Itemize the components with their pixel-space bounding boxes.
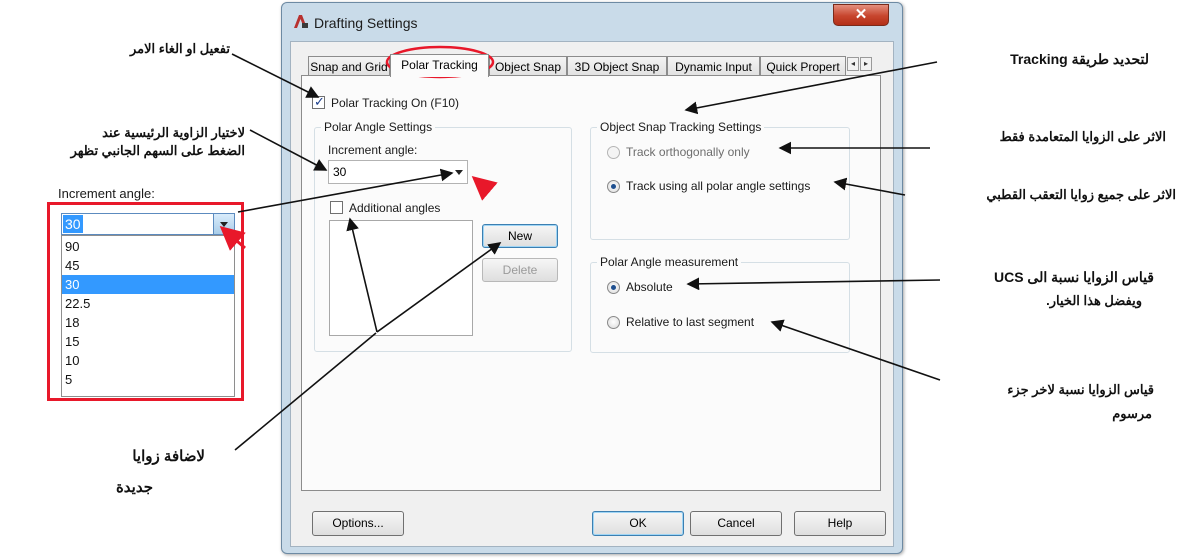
list-item[interactable]: 5 bbox=[62, 370, 234, 389]
screenshot-stage: Drafting Settings ✕ Snap and Grid Polar … bbox=[0, 0, 1181, 560]
tab-scroll-right-icon[interactable]: ▸ bbox=[860, 57, 872, 71]
additional-angles-label: Additional angles bbox=[349, 201, 441, 215]
track-all-polar-label: Track using all polar angle settings bbox=[626, 179, 811, 193]
tab-scroll-left-icon[interactable]: ◂ bbox=[847, 57, 859, 71]
additional-angles-checkbox[interactable] bbox=[330, 201, 343, 214]
help-button[interactable]: Help bbox=[794, 511, 886, 536]
window-title: Drafting Settings bbox=[314, 15, 418, 31]
increment-angle-combo[interactable]: 30 bbox=[328, 160, 468, 184]
annotation-toggle: تفعيل او الغاء الامر bbox=[129, 41, 230, 56]
annotation-add-angles-2: جديدة bbox=[115, 479, 153, 496]
increment-angle-label: Increment angle: bbox=[328, 143, 418, 157]
increment-dropdown-combo[interactable]: 30 bbox=[61, 213, 235, 235]
annotation-choose-angle-2: الضغط على السهم الجانبي تظهر bbox=[70, 143, 245, 158]
dropdown-arrow-icon[interactable] bbox=[455, 170, 463, 175]
tab-3d-object-snap[interactable]: 3D Object Snap bbox=[567, 56, 667, 76]
annotation-ortho-only: الاثر على الزوايا المتعامدة فقط bbox=[999, 129, 1166, 144]
list-item[interactable]: 10 bbox=[62, 351, 234, 370]
options-button[interactable]: Options... bbox=[312, 511, 404, 536]
tab-object-snap[interactable]: Object Snap bbox=[489, 56, 567, 76]
polar-tracking-on-checkbox[interactable]: ✓ bbox=[312, 94, 325, 109]
list-item[interactable]: 22.5 bbox=[62, 294, 234, 313]
polar-angle-measurement-group: Polar Angle measurement Absolute Relativ… bbox=[590, 255, 850, 353]
additional-angles-list[interactable] bbox=[329, 220, 473, 336]
autocad-app-icon bbox=[294, 15, 308, 28]
close-button[interactable]: ✕ bbox=[833, 4, 889, 26]
polar-tracking-panel: ✓ Polar Tracking On (F10) Polar Angle Se… bbox=[301, 75, 881, 491]
tab-snap-and-grid[interactable]: Snap and Grid bbox=[308, 56, 390, 76]
increment-dropdown-caption: Increment angle: bbox=[58, 186, 155, 201]
polar-tracking-on-label: Polar Tracking On (F10) bbox=[331, 96, 460, 110]
track-all-polar-radio[interactable] bbox=[607, 180, 620, 193]
tab-polar-tracking[interactable]: Polar Tracking bbox=[390, 54, 489, 77]
cancel-button[interactable]: Cancel bbox=[690, 511, 782, 536]
annotation-absolute-1: قياس الزوايا نسبة الى UCS bbox=[993, 269, 1154, 285]
track-orthogonally-label: Track orthogonally only bbox=[626, 145, 750, 159]
list-item[interactable]: 18 bbox=[62, 313, 234, 332]
increment-dropdown-list[interactable]: 90 45 30 22.5 18 15 10 5 bbox=[61, 235, 235, 397]
delete-angle-button[interactable]: Delete bbox=[482, 258, 558, 282]
list-item[interactable]: 45 bbox=[62, 256, 234, 275]
dropdown-arrow-icon[interactable] bbox=[213, 214, 234, 234]
relative-to-last-segment-radio[interactable] bbox=[607, 316, 620, 329]
absolute-radio[interactable] bbox=[607, 281, 620, 294]
tab-strip: Snap and Grid Polar Tracking Object Snap… bbox=[291, 54, 887, 77]
title-bar[interactable]: Drafting Settings ✕ bbox=[282, 3, 902, 41]
checkmark-icon: ✓ bbox=[314, 94, 325, 109]
radio-selected-dot bbox=[611, 285, 616, 290]
increment-angle-value: 30 bbox=[333, 165, 347, 179]
radio-selected-dot bbox=[611, 184, 616, 189]
increment-dropdown-selected: 30 bbox=[63, 215, 83, 233]
list-item[interactable]: 30 bbox=[62, 275, 234, 294]
drafting-settings-dialog: Drafting Settings ✕ Snap and Grid Polar … bbox=[281, 2, 903, 554]
annotation-absolute-2: ويفضل هذا الخيار. bbox=[1046, 293, 1142, 308]
close-icon: ✕ bbox=[854, 6, 868, 23]
new-angle-button[interactable]: New bbox=[482, 224, 558, 248]
annotation-choose-angle-1: لاختيار الزاوية الرئيسية عند bbox=[102, 125, 245, 140]
dialog-client-area: Snap and Grid Polar Tracking Object Snap… bbox=[290, 41, 894, 547]
annotation-relative-1: قياس الزوايا نسبة لاخر جزء bbox=[1007, 382, 1154, 397]
relative-to-last-segment-label: Relative to last segment bbox=[626, 315, 755, 329]
polar-angle-settings-group: Polar Angle Settings Increment angle: 30… bbox=[314, 120, 572, 352]
tab-quick-properties[interactable]: Quick Propert bbox=[760, 56, 846, 76]
ok-button[interactable]: OK bbox=[592, 511, 684, 536]
list-item[interactable]: 15 bbox=[62, 332, 234, 351]
annotation-all-polar: الاثر على جميع زوايا التعقب القطبي bbox=[986, 187, 1176, 202]
tab-dynamic-input[interactable]: Dynamic Input bbox=[667, 56, 760, 76]
object-snap-tracking-group: Object Snap Tracking Settings Track orth… bbox=[590, 120, 850, 240]
object-snap-tracking-title: Object Snap Tracking Settings bbox=[597, 120, 765, 134]
annotation-add-angles-1: لاضافة زوايا bbox=[132, 448, 205, 465]
absolute-label: Absolute bbox=[626, 280, 673, 294]
annotation-tracking-method: لتحديد طريقة Tracking bbox=[1010, 51, 1149, 67]
polar-angle-measurement-title: Polar Angle measurement bbox=[597, 255, 742, 269]
increment-dropdown-highlight: 30 90 45 30 22.5 18 15 10 5 bbox=[47, 202, 244, 401]
track-orthogonally-radio[interactable] bbox=[607, 146, 620, 159]
polar-angle-settings-title: Polar Angle Settings bbox=[321, 120, 436, 134]
annotation-relative-2: مرسوم bbox=[1112, 406, 1152, 421]
list-item[interactable]: 90 bbox=[62, 237, 234, 256]
